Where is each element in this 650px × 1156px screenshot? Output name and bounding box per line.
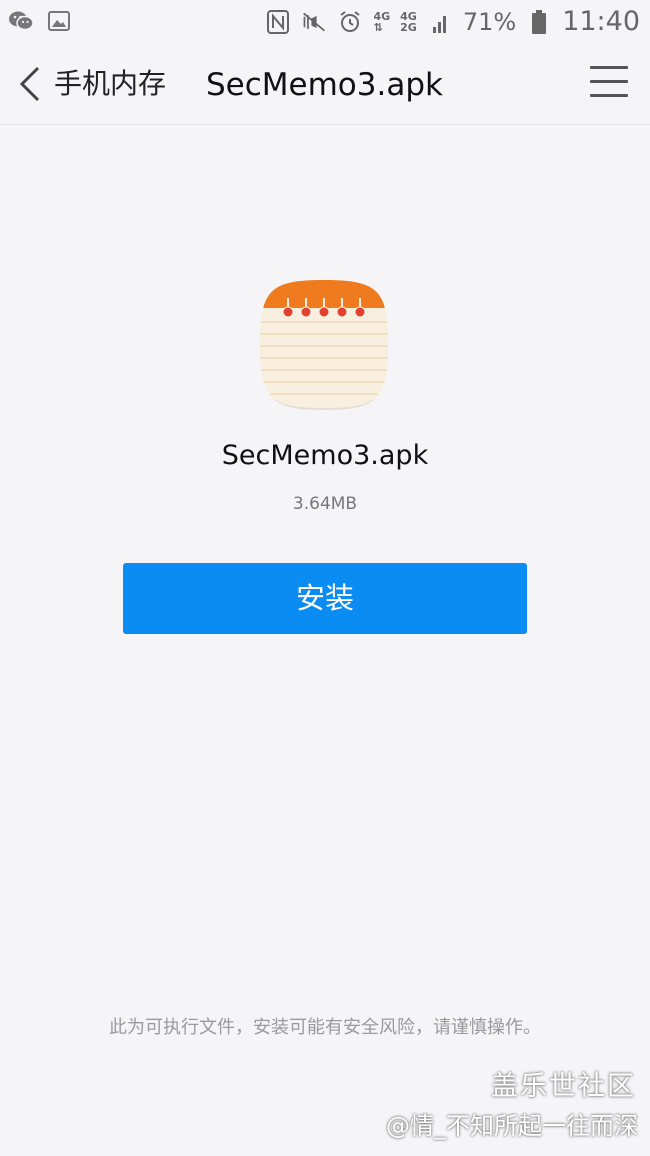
folder-breadcrumb[interactable]: 手机内存	[54, 64, 166, 104]
watermark-site: 盖乐世社区	[491, 1071, 636, 1102]
page-title: SecMemo3.apk	[206, 67, 443, 103]
wechat-icon	[8, 8, 34, 34]
signal-icon	[427, 9, 453, 35]
back-button[interactable]	[16, 64, 46, 104]
menu-button[interactable]	[590, 66, 628, 100]
chevron-left-icon	[19, 66, 40, 102]
image-icon	[46, 8, 72, 34]
status-bar: 4G ⇅ 4G 2G 71% 11:40	[0, 0, 650, 44]
nfc-icon	[265, 9, 291, 35]
watermark-user: @情_不知所起一往而深	[386, 1112, 638, 1140]
network-type-2: 4G 2G	[400, 9, 417, 34]
clock: 11:40	[562, 6, 640, 37]
app-file-size: 3.64MB	[292, 494, 358, 514]
battery-percent: 71%	[462, 7, 517, 36]
install-button[interactable]: 安装	[123, 563, 527, 634]
mute-icon	[301, 9, 327, 35]
alarm-icon	[337, 9, 363, 35]
security-warning: 此为可执行文件，安装可能有安全风险，请谨慎操作。	[109, 1017, 541, 1038]
title-bar: 手机内存 SecMemo3.apk	[0, 44, 650, 125]
app-file-name: SecMemo3.apk	[221, 440, 429, 471]
network-type-1: 4G ⇅	[373, 9, 391, 34]
memo-notebook-icon	[258, 278, 390, 410]
battery-icon	[526, 9, 552, 35]
